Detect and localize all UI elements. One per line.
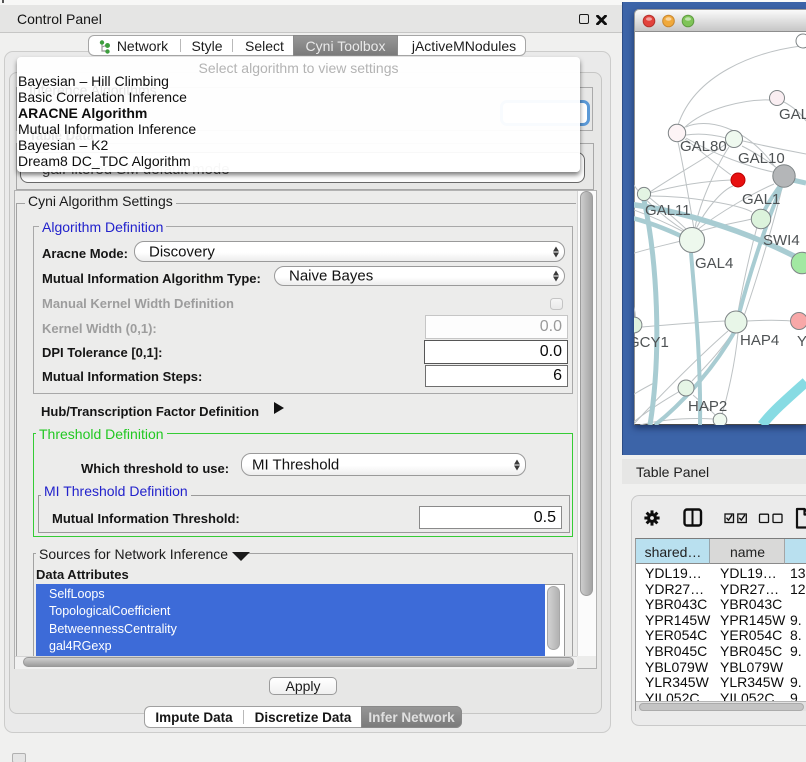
svg-text:GAL11: GAL11: [645, 202, 691, 219]
svg-text:GAL80: GAL80: [680, 138, 727, 155]
svg-text:HAP4: HAP4: [740, 332, 779, 349]
svg-text:HAP2: HAP2: [688, 398, 727, 415]
svg-text:Y: Y: [797, 333, 806, 350]
svg-text:GAL1: GAL1: [742, 191, 780, 208]
svg-text:GAL7: GAL7: [779, 106, 806, 123]
svg-text:GAL4: GAL4: [695, 255, 733, 272]
svg-text:SWI4: SWI4: [763, 232, 800, 249]
svg-text:GCY1: GCY1: [634, 334, 669, 351]
svg-text:GAL10: GAL10: [738, 150, 785, 167]
